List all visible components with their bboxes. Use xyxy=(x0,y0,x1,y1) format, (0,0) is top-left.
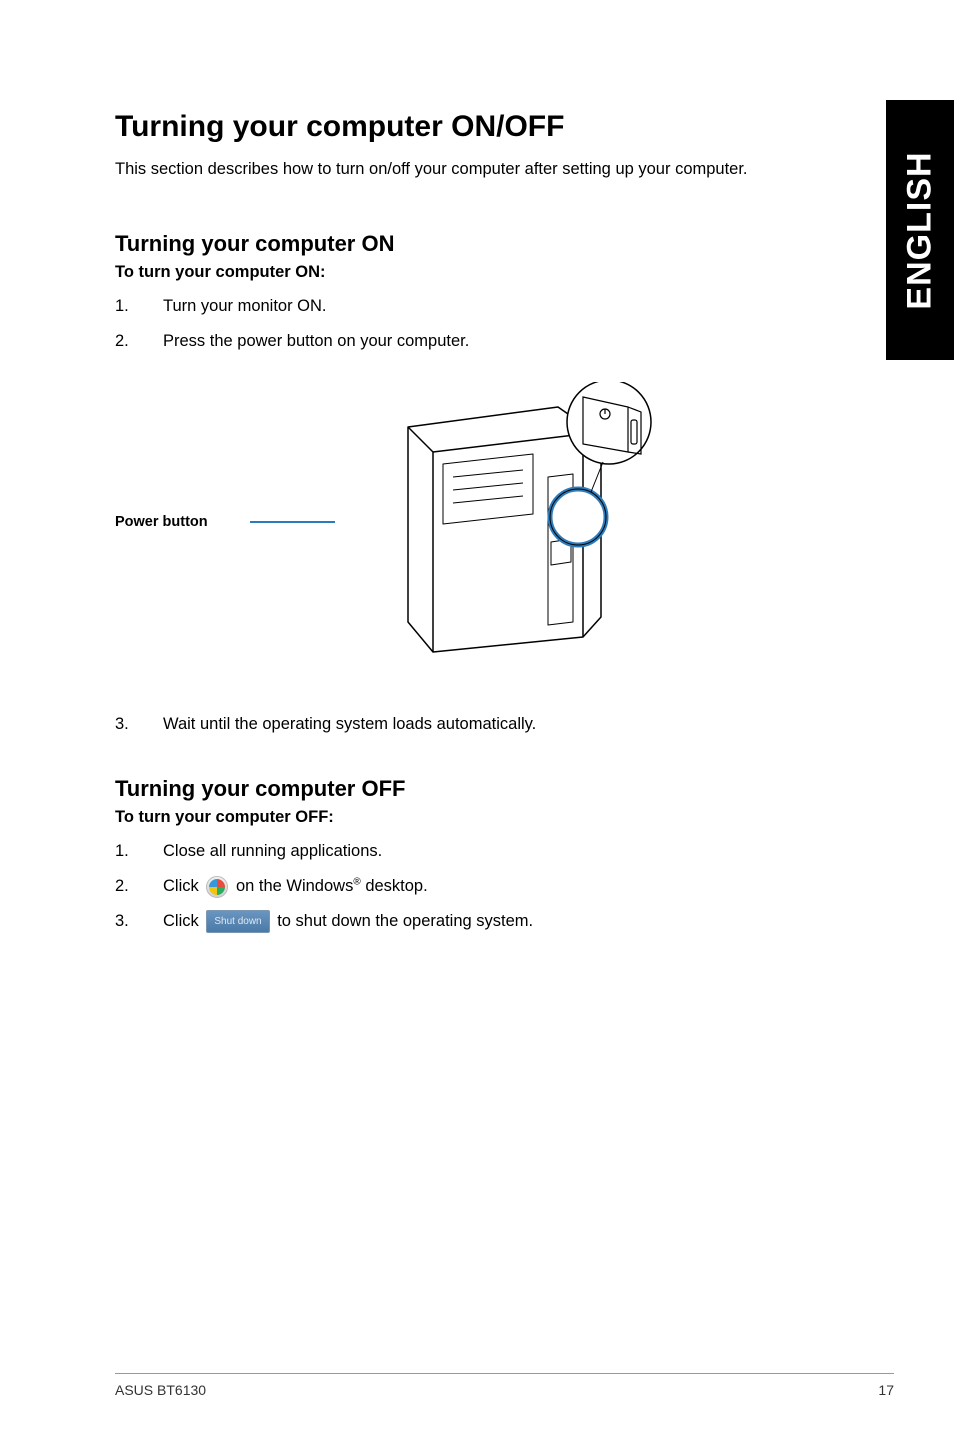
page-footer: ASUS BT6130 17 xyxy=(115,1373,894,1398)
power-button-label: Power button xyxy=(115,514,250,530)
step-text: Close all running applications. xyxy=(163,839,894,864)
step-text: Click on the Windows® desktop. xyxy=(163,874,894,899)
section-on-heading: Turning your computer ON xyxy=(115,231,894,257)
step-number: 2. xyxy=(115,329,163,354)
step-text-pre: Click xyxy=(163,877,203,895)
off-step-1: 1. Close all running applications. xyxy=(115,839,894,864)
callout-line xyxy=(250,521,335,523)
page-content: Turning your computer ON/OFF This sectio… xyxy=(0,0,954,1438)
step-text-pre: Click xyxy=(163,912,203,930)
on-step-3: 3. Wait until the operating system loads… xyxy=(115,712,894,737)
step-number: 1. xyxy=(115,294,163,319)
step-text-post: desktop. xyxy=(365,877,427,895)
step-number: 2. xyxy=(115,874,163,899)
on-step-2: 2. Press the power button on your comput… xyxy=(115,329,894,354)
off-step-2: 2. Click on the Windows® desktop. xyxy=(115,874,894,899)
off-step-3: 3. Click Shut down to shut down the oper… xyxy=(115,909,894,934)
step-text: Click Shut down to shut down the operati… xyxy=(163,909,894,934)
on-step-1: 1. Turn your monitor ON. xyxy=(115,294,894,319)
section-on-subhead: To turn your computer ON: xyxy=(115,263,894,282)
step-number: 3. xyxy=(115,909,163,934)
step-text-post-pre: on the Windows xyxy=(236,877,353,895)
footer-model: ASUS BT6130 xyxy=(115,1382,206,1398)
step-text: Wait until the operating system loads au… xyxy=(163,712,894,737)
step-number: 3. xyxy=(115,712,163,737)
step-text: Turn your monitor ON. xyxy=(163,294,894,319)
page-title: Turning your computer ON/OFF xyxy=(115,110,894,144)
section-off-heading: Turning your computer OFF xyxy=(115,776,894,802)
step-text-post: to shut down the operating system. xyxy=(277,912,533,930)
section-off: Turning your computer OFF To turn your c… xyxy=(115,776,894,933)
windows-start-icon xyxy=(206,876,228,898)
registered-mark: ® xyxy=(353,877,360,888)
power-button-figure: Power button xyxy=(115,382,894,662)
power-button-callout xyxy=(550,382,651,545)
section-off-subhead: To turn your computer OFF: xyxy=(115,808,894,827)
intro-text: This section describes how to turn on/of… xyxy=(115,158,894,181)
step-number: 1. xyxy=(115,839,163,864)
step-text: Press the power button on your computer. xyxy=(163,329,894,354)
computer-illustration xyxy=(333,382,683,662)
shutdown-button-icon: Shut down xyxy=(206,910,269,933)
footer-page-number: 17 xyxy=(878,1382,894,1398)
